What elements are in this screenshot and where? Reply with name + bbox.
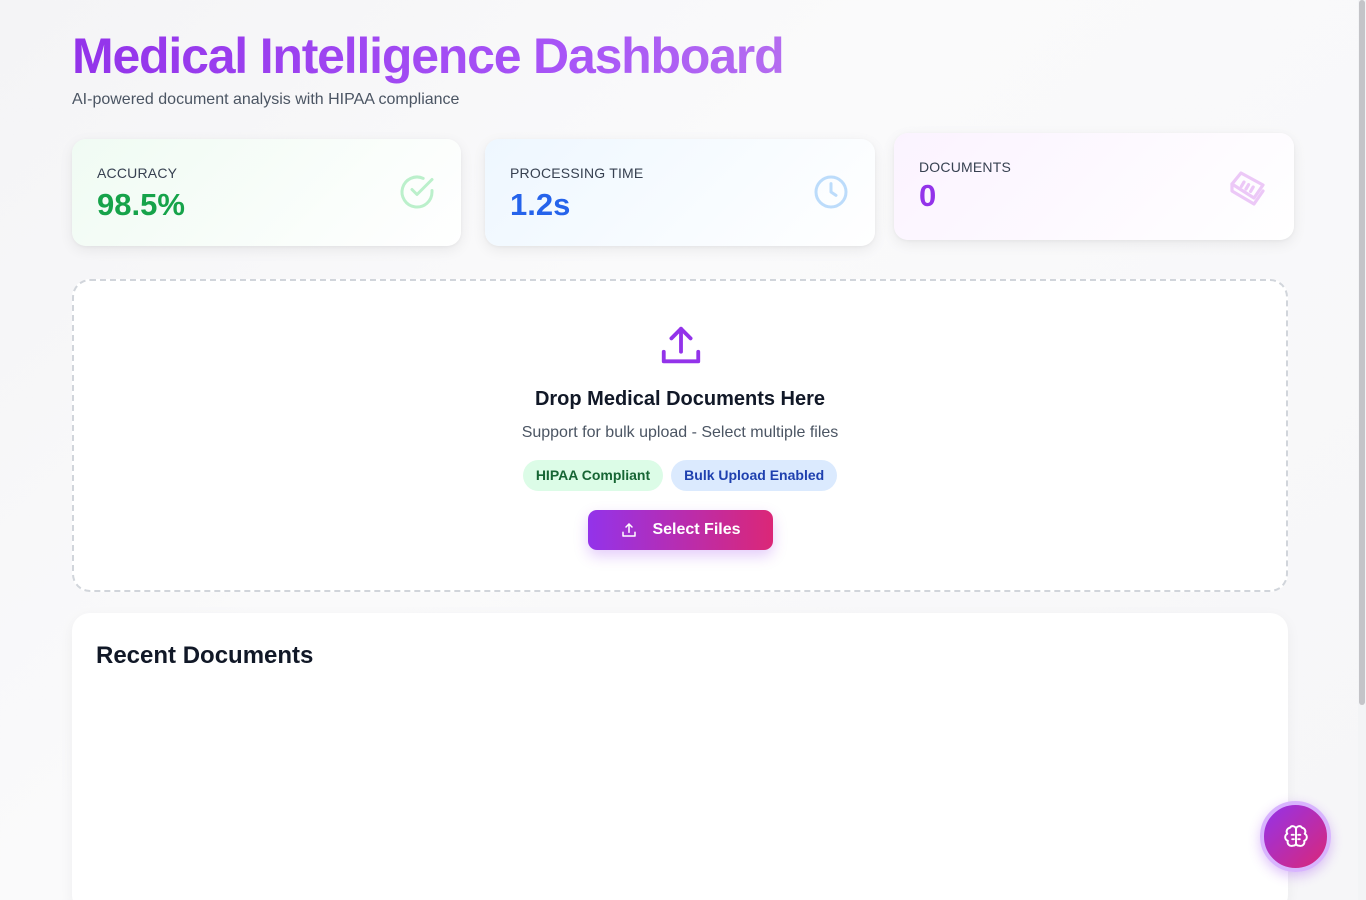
upload-small-icon	[622, 523, 637, 537]
page-subtitle: AI-powered document analysis with HIPAA …	[72, 91, 460, 108]
documents-value: 0	[919, 178, 937, 213]
upload-badges: HIPAA Compliant Bulk Upload Enabled	[74, 460, 1286, 491]
brain-icon	[1283, 824, 1308, 847]
accuracy-label: Accuracy	[97, 165, 178, 181]
documents-icon	[1230, 171, 1265, 206]
select-files-label: Select Files	[652, 521, 741, 538]
bulk-upload-badge: Bulk Upload Enabled	[671, 460, 838, 491]
select-files-button[interactable]: Select Files	[588, 510, 773, 550]
recent-documents-panel: Recent Documents	[72, 613, 1288, 900]
documents-card: Documents 0	[894, 133, 1294, 240]
upload-dropzone[interactable]: Drop Medical Documents Here Support for …	[72, 279, 1288, 592]
processing-time-value: 1.2s	[510, 187, 571, 222]
documents-label: Documents	[919, 159, 1012, 175]
ai-assistant-button[interactable]	[1260, 801, 1331, 872]
upload-subtitle: Support for bulk upload - Select multipl…	[521, 424, 839, 441]
check-circle-icon	[400, 175, 434, 209]
accuracy-card: Accuracy 98.5%	[72, 139, 461, 246]
processing-time-card: Processing Time 1.2s	[485, 139, 875, 246]
clock-icon	[814, 175, 848, 209]
page-title: Medical Intelligence Dashboard	[72, 28, 785, 84]
page-scrollbar[interactable]	[1358, 0, 1366, 900]
recent-documents-title: Recent Documents	[96, 642, 314, 669]
upload-title: Drop Medical Documents Here	[534, 388, 826, 410]
hipaa-badge: HIPAA Compliant	[522, 460, 664, 491]
processing-time-label: Processing Time	[510, 165, 644, 181]
accuracy-value: 98.5%	[97, 187, 185, 222]
upload-icon	[661, 326, 701, 364]
scrollbar-thumb[interactable]	[1359, 0, 1365, 705]
